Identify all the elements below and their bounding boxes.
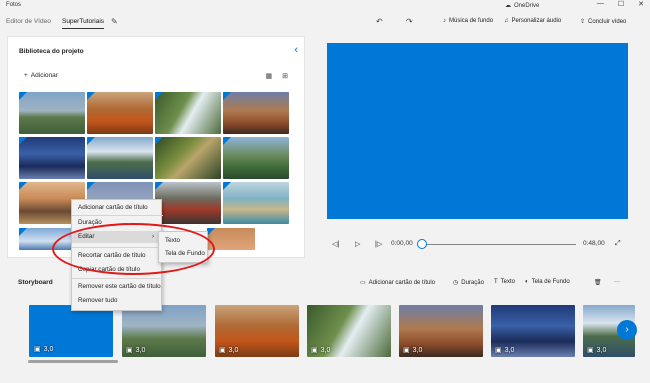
pencil-icon[interactable]: ✎ — [111, 17, 118, 26]
storyboard-title: Storyboard — [18, 279, 53, 286]
background-music-label: Música de fundo — [449, 18, 494, 24]
media-thumbnail[interactable] — [223, 92, 289, 134]
clip-duration: 3,0 — [596, 346, 607, 354]
media-thumbnail[interactable] — [223, 137, 289, 179]
title-card-icon: ▭ — [360, 280, 366, 286]
onedrive-label: OneDrive — [514, 2, 540, 9]
undo-icon[interactable]: ↶ — [376, 17, 383, 26]
custom-audio-label: Personalizar áudio — [511, 18, 562, 24]
onedrive-button[interactable]: ☁ OneDrive — [505, 2, 540, 10]
grid-large-icon[interactable]: ⊞ — [282, 72, 288, 80]
media-thumbnail[interactable] — [155, 92, 221, 134]
total-time: 0:48,00 — [583, 240, 605, 247]
redo-icon[interactable]: ↷ — [406, 17, 413, 26]
plus-icon: + — [24, 72, 28, 79]
grid-small-icon[interactable]: ▦ — [266, 72, 273, 80]
image-icon: ▣ — [403, 347, 410, 354]
library-title: Biblioteca do projeto — [19, 48, 84, 55]
next-frame-icon[interactable]: |▷ — [375, 240, 382, 248]
storyboard-scrollbar[interactable] — [28, 360, 118, 363]
clip-duration: 3,0 — [135, 346, 146, 354]
annotation-oval — [52, 223, 215, 275]
menu-separator — [72, 215, 163, 216]
media-thumbnail[interactable] — [87, 92, 153, 134]
playback-bar: ◁| ▷ |▷ 0:00,00 0:48,00 ⤢ — [327, 235, 628, 255]
storyboard-clip[interactable]: ▣ 3,0 — [29, 305, 113, 357]
image-icon: ▣ — [219, 347, 226, 354]
add-label: Adicionar — [30, 72, 58, 79]
image-icon: ▣ — [34, 346, 41, 353]
current-time: 0:00,00 — [391, 240, 413, 247]
image-icon: ▣ — [495, 347, 502, 354]
seek-track[interactable] — [422, 244, 576, 245]
maximize-button[interactable]: ☐ — [618, 0, 624, 8]
storyboard-clip[interactable]: ▣ 3,0 — [215, 305, 299, 357]
duration-button[interactable]: ◷ Duração — [453, 279, 484, 287]
storyboard-clip[interactable]: ▣ 3,0 — [122, 305, 206, 357]
close-button[interactable]: ✕ — [638, 0, 644, 8]
app-title: Fotos — [6, 2, 22, 8]
title-bar: Fotos ☁ OneDrive — ☐ ✕ — [0, 0, 650, 11]
clip-duration: 3,0 — [228, 346, 239, 354]
music-icon: ♪ — [443, 18, 446, 24]
breadcrumb-video-editor[interactable]: Editor de Vídeo — [6, 18, 51, 25]
add-title-card-button[interactable]: ▭ Adicionar cartão de título — [360, 279, 436, 287]
clip-duration: 3,0 — [412, 346, 423, 354]
finish-video-label: Concluir vídeo — [588, 18, 627, 25]
clip-duration: 3,0 — [504, 346, 515, 354]
more-button[interactable]: ··· — [614, 279, 620, 285]
media-thumbnail[interactable] — [155, 137, 221, 179]
trash-icon[interactable]: 🗑 — [594, 279, 602, 286]
background-label: Tela de Fundo — [531, 279, 570, 285]
storyboard-clip[interactable]: ▣ 3,0 — [307, 305, 391, 357]
seek-handle[interactable] — [417, 239, 427, 249]
menu-item-remove-all[interactable]: Remover tudo — [78, 297, 118, 304]
audio-icon: ♫ — [504, 18, 509, 24]
clip-duration: 3,0 — [43, 345, 54, 353]
top-toolbar: Editor de Vídeo SuperTutoriais ✎ ↶ ↷ ♪ M… — [0, 12, 650, 34]
export-icon: ⇪ — [580, 19, 586, 25]
menu-item-add-title-card[interactable]: Adicionar cartão de título — [78, 204, 148, 211]
menu-separator — [72, 278, 163, 279]
menu-item-remove-title-card[interactable]: Remover este cartão de título — [78, 283, 161, 290]
duration-label: Duração — [461, 279, 484, 286]
prev-frame-icon[interactable]: ◁| — [332, 240, 339, 248]
media-thumbnail[interactable] — [87, 137, 153, 179]
custom-audio-button[interactable]: ♫ Personalizar áudio — [504, 18, 561, 24]
storyboard-clip[interactable]: ▣ 3,0 — [399, 305, 483, 357]
chevron-right-icon[interactable]: › — [617, 320, 637, 340]
minimize-button[interactable]: — — [597, 0, 604, 8]
text-label: Texto — [500, 279, 516, 285]
finish-video-button[interactable]: ⇪ Concluir vídeo — [580, 18, 627, 26]
palette-icon: ◐ — [525, 279, 529, 285]
background-button[interactable]: ◐ Tela de Fundo — [525, 279, 570, 285]
media-thumbnail[interactable] — [223, 182, 289, 224]
clock-icon: ◷ — [453, 280, 459, 286]
media-thumbnail[interactable] — [155, 182, 221, 224]
add-title-card-label: Adicionar cartão de título — [368, 279, 436, 286]
storyboard-clip[interactable]: ▣ 3,0 — [491, 305, 575, 357]
fullscreen-icon[interactable]: ⤢ — [615, 240, 621, 248]
image-icon: ▣ — [311, 347, 318, 354]
breadcrumb-project[interactable]: SuperTutoriais — [62, 18, 105, 29]
play-icon[interactable]: ▷ — [355, 240, 360, 248]
image-icon: ▣ — [587, 347, 594, 354]
window-controls: — ☐ ✕ — [597, 0, 644, 8]
video-preview[interactable] — [327, 43, 628, 219]
background-music-button[interactable]: ♪ Música de fundo — [443, 18, 493, 24]
clip-duration: 3,0 — [320, 346, 331, 354]
cloud-icon: ☁ — [505, 3, 511, 9]
text-icon: T — [494, 279, 498, 285]
add-button[interactable]: + Adicionar — [24, 72, 58, 79]
media-thumbnail[interactable] — [19, 137, 85, 179]
view-toggle: ▦ ⊞ — [266, 72, 289, 80]
text-button[interactable]: T Texto — [494, 279, 515, 285]
media-thumbnail[interactable] — [19, 92, 85, 134]
chevron-left-icon[interactable]: ‹ — [294, 44, 298, 56]
image-icon: ▣ — [126, 347, 133, 354]
